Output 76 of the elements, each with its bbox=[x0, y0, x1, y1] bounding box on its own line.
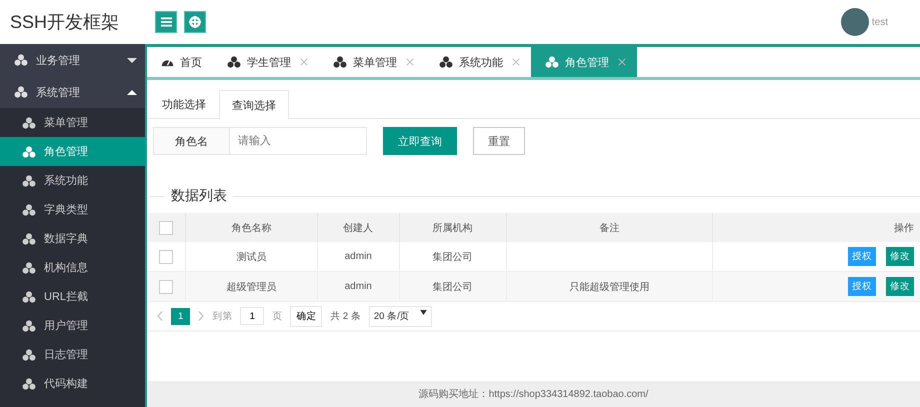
cubes-icon bbox=[22, 378, 36, 390]
reset-button[interactable]: 重置 bbox=[473, 127, 525, 155]
menu-button[interactable] bbox=[155, 11, 177, 33]
cubes-icon bbox=[22, 146, 36, 158]
cubes-icon bbox=[439, 56, 453, 68]
sidebar-item[interactable]: 用户管理 bbox=[0, 311, 145, 340]
sidebar-item[interactable]: 字典类型 bbox=[0, 195, 145, 224]
sidebar-item[interactable]: 菜单管理 bbox=[0, 108, 145, 137]
cubes-icon bbox=[22, 290, 36, 302]
cubes-icon bbox=[227, 56, 241, 68]
edit-button[interactable]: 修改 bbox=[886, 277, 914, 296]
sidebar-item[interactable]: 系统功能 bbox=[0, 166, 145, 195]
cubes-icon bbox=[22, 348, 36, 360]
cubes-icon bbox=[333, 56, 347, 68]
sidebar-item[interactable]: URL拦截 bbox=[0, 282, 145, 311]
lifebuoy-icon bbox=[189, 16, 201, 28]
page-tab[interactable]: 首页 bbox=[147, 47, 213, 77]
column-header: 创建人 bbox=[317, 213, 400, 242]
cubes-icon bbox=[22, 204, 36, 216]
next-icon[interactable] bbox=[198, 311, 204, 321]
role-name-field[interactable]: 请输入 bbox=[230, 127, 367, 155]
page-tab[interactable]: 学生管理 bbox=[213, 47, 319, 77]
cubes-icon bbox=[22, 320, 36, 332]
cubes-icon bbox=[22, 174, 36, 186]
close-icon[interactable] bbox=[512, 58, 520, 66]
column-header: 备注 bbox=[506, 213, 712, 242]
cubes-icon bbox=[22, 262, 36, 274]
page-number[interactable]: 1 bbox=[171, 308, 190, 324]
cubes-icon bbox=[545, 56, 559, 68]
close-icon[interactable] bbox=[300, 58, 308, 66]
sidebar-item[interactable]: 数据字典 bbox=[0, 224, 145, 253]
dropdown-icon bbox=[420, 310, 427, 314]
close-icon[interactable] bbox=[618, 58, 626, 66]
sub-tab[interactable]: 查询选择 bbox=[219, 90, 289, 119]
edit-button[interactable]: 修改 bbox=[886, 247, 914, 266]
page-unit: 页 bbox=[272, 310, 282, 322]
confirm-button[interactable]: 确定 bbox=[290, 306, 322, 326]
lifebuoy-button[interactable] bbox=[184, 11, 206, 33]
sidebar-item[interactable]: 角色管理 bbox=[0, 137, 145, 166]
checkbox[interactable] bbox=[159, 220, 173, 234]
close-icon[interactable] bbox=[406, 58, 414, 66]
caret-icon bbox=[127, 58, 137, 62]
checkbox[interactable] bbox=[159, 280, 173, 294]
footer-text: 源码购买地址：https://shop334314892.taobao.com/ bbox=[147, 381, 920, 407]
cubes-icon bbox=[22, 232, 36, 244]
table-cell: admin bbox=[317, 272, 400, 302]
sidebar-item[interactable]: 机构信息 bbox=[0, 253, 145, 282]
sidebar-group[interactable]: 系统管理 bbox=[0, 76, 145, 108]
table-cell: 超级管理员 bbox=[186, 272, 318, 302]
field-label: 角色名 bbox=[153, 127, 230, 155]
column-header: 操作 bbox=[712, 213, 920, 242]
page-tab[interactable]: 菜单管理 bbox=[319, 47, 425, 77]
query-button[interactable]: 立即查询 bbox=[383, 127, 457, 155]
goto-label: 到第 bbox=[212, 310, 232, 322]
sidebar-group[interactable]: 业务管理 bbox=[0, 44, 145, 76]
menu-icon bbox=[160, 17, 172, 27]
column-header: 角色名称 bbox=[186, 213, 318, 242]
table-cell: 只能超级管理使用 bbox=[506, 272, 712, 302]
column-header: 所属机构 bbox=[399, 213, 506, 242]
sub-tab[interactable]: 功能选择 bbox=[149, 90, 219, 118]
sidebar-item[interactable]: 代码构建 bbox=[0, 369, 145, 398]
page-field[interactable]: 1 bbox=[240, 307, 264, 325]
checkbox[interactable] bbox=[159, 250, 173, 264]
sidebar-item[interactable]: 日志管理 bbox=[0, 340, 145, 369]
page-size-select[interactable]: 20 条/页 bbox=[368, 306, 432, 326]
caret-icon bbox=[127, 90, 137, 94]
cubes-icon bbox=[14, 86, 28, 98]
table-cell: 集团公司 bbox=[399, 272, 506, 302]
cubes-icon bbox=[14, 54, 28, 66]
app-title: SSH开发框架 bbox=[9, 11, 120, 34]
previous-icon[interactable] bbox=[157, 311, 163, 321]
page-tab[interactable]: 系统功能 bbox=[425, 47, 531, 77]
section-title: 数据列表 bbox=[170, 187, 228, 205]
total-count: 共 2 条 bbox=[330, 310, 361, 322]
avatar-icon[interactable] bbox=[840, 8, 869, 36]
cubes-icon bbox=[22, 116, 36, 128]
